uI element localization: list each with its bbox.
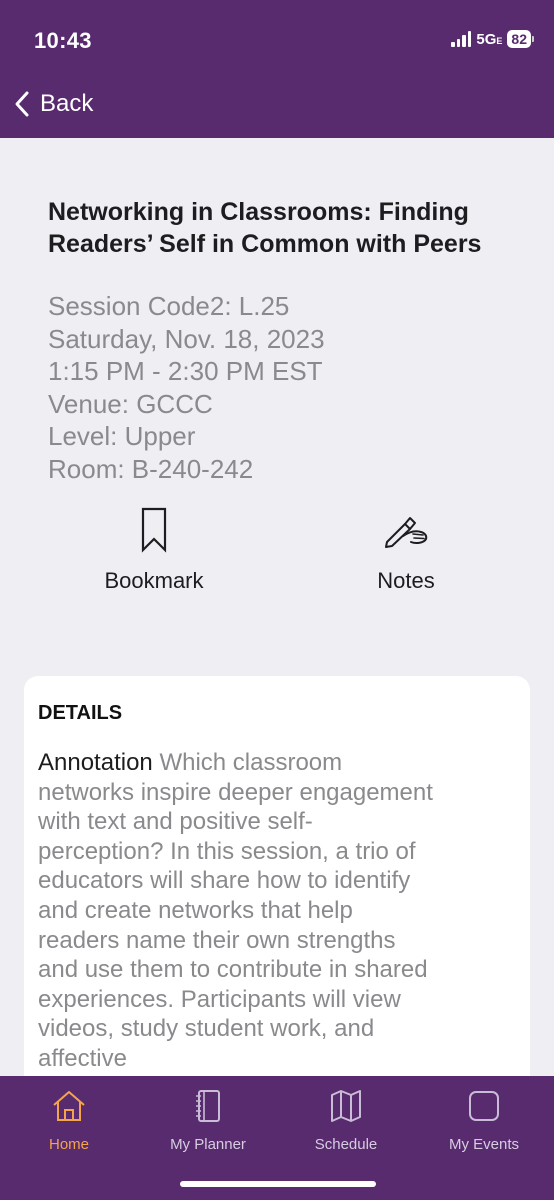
bookmark-icon: [141, 507, 167, 553]
session-code: Session Code2: L.25: [48, 291, 290, 321]
tab-home[interactable]: Home: [0, 1088, 138, 1153]
tab-my-events[interactable]: My Events: [415, 1088, 553, 1153]
battery-icon: 82: [507, 30, 534, 48]
session-venue: Venue: GCCC: [48, 388, 213, 419]
tab-my-planner[interactable]: My Planner: [139, 1088, 277, 1153]
map-icon: [331, 1090, 361, 1122]
chevron-left-icon: [15, 91, 29, 117]
details-text: Which classroom networks inspire deeper …: [38, 749, 433, 1072]
home-icon: [53, 1091, 85, 1121]
details-body: Annotation Which classroom networks insp…: [38, 748, 438, 1074]
hand-writing-icon: [385, 517, 428, 548]
tab-my-planner-label: My Planner: [170, 1136, 246, 1153]
tab-my-events-label: My Events: [448, 1136, 520, 1153]
details-heading: DETAILS: [38, 702, 123, 724]
status-time: 10:43: [34, 28, 92, 53]
bookmark-button[interactable]: Bookmark: [98, 506, 210, 594]
details-card: DETAILS Annotation Which classroom netwo…: [24, 676, 530, 1076]
session-detail: Networking in Classrooms: Finding Reader…: [0, 138, 554, 1076]
bookmark-label: Bookmark: [104, 568, 204, 593]
signal-strength-icon: [451, 31, 472, 47]
home-indicator[interactable]: [180, 1181, 376, 1187]
session-title: Networking in Classrooms: Finding Reader…: [48, 198, 482, 258]
tab-schedule-label: Schedule: [314, 1136, 378, 1153]
planner-icon: [196, 1090, 220, 1122]
events-icon: [469, 1091, 499, 1121]
session-meta: Session Code2: L.25 Saturday, Nov. 18, 2…: [48, 290, 325, 485]
back-label: Back: [40, 90, 94, 117]
details-lead: Annotation: [38, 749, 153, 776]
session-date: Saturday, Nov. 18, 2023: [48, 323, 325, 354]
session-level: Level: Upper: [48, 421, 196, 451]
notes-button[interactable]: Notes: [362, 506, 450, 594]
tab-schedule[interactable]: Schedule: [277, 1088, 415, 1153]
status-indicators: 5GE 82: [451, 30, 534, 48]
battery-level: 82: [507, 30, 531, 48]
back-button[interactable]: Back: [14, 90, 93, 118]
notes-label: Notes: [377, 568, 435, 593]
navigation-bar: Back: [0, 80, 554, 138]
network-type: 5GE: [476, 30, 503, 48]
session-room: Room: B-240-242: [48, 453, 254, 484]
session-time: 1:15 PM - 2:30 PM EST: [48, 356, 323, 386]
tab-home-label: Home: [48, 1136, 89, 1153]
status-bar: 10:43 5GE 82: [0, 0, 554, 80]
tab-bar: Home My Planner Schedule My Events: [0, 1076, 554, 1200]
